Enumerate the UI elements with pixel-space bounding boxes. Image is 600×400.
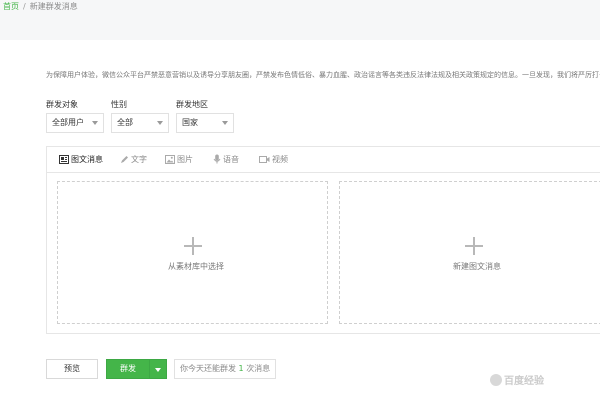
watermark-logo-icon xyxy=(490,374,502,386)
message-type-tabs: 图文消息 文字 图片 语音 视频 xyxy=(47,147,600,173)
breadcrumb: 首页 / 新建群发消息 xyxy=(3,1,78,13)
tab-video[interactable]: 视频 xyxy=(259,154,288,166)
breadcrumb-separator: / xyxy=(23,2,26,11)
quota-suffix: 次消息 xyxy=(246,364,271,373)
image-icon xyxy=(165,155,175,164)
region-select-value: 国家 xyxy=(182,118,198,127)
article-icon xyxy=(59,155,69,164)
breadcrumb-current: 新建群发消息 xyxy=(29,2,78,11)
gender-select[interactable]: 全部 xyxy=(111,113,169,133)
new-article-label: 新建图文消息 xyxy=(453,262,501,271)
notice-text: 为保障用户体验，微信公众平台严禁恶意营销以及诱导分享朋友圈，严禁发布色情低俗、暴… xyxy=(46,71,600,79)
tab-article[interactable]: 图文消息 xyxy=(59,154,103,166)
chevron-down-icon xyxy=(155,368,161,372)
chevron-down-icon xyxy=(157,121,163,125)
quota-prefix: 你今天还能群发 xyxy=(180,364,236,373)
tab-video-label: 视频 xyxy=(272,155,288,164)
message-editor: 图文消息 文字 图片 语音 视频 从素材库中选择 新建图文消息 xyxy=(46,146,600,334)
tab-article-label: 图文消息 xyxy=(71,155,103,164)
microphone-icon xyxy=(213,154,221,164)
chevron-down-icon xyxy=(92,121,98,125)
select-from-library-card[interactable]: 从素材库中选择 xyxy=(57,181,328,324)
tab-voice[interactable]: 语音 xyxy=(213,154,239,166)
send-button[interactable]: 群发 xyxy=(106,359,150,379)
quota-count: 1 xyxy=(238,364,244,373)
plus-icon xyxy=(465,237,483,255)
tab-image-label: 图片 xyxy=(177,155,193,164)
breadcrumb-home-link[interactable]: 首页 xyxy=(3,2,19,11)
gender-label: 性别 xyxy=(111,100,127,109)
preview-button[interactable]: 预览 xyxy=(46,359,98,379)
video-icon xyxy=(259,156,270,163)
region-label: 群发地区 xyxy=(176,100,208,109)
new-article-card[interactable]: 新建图文消息 xyxy=(339,181,600,324)
target-select[interactable]: 全部用户 xyxy=(46,113,104,133)
watermark-text: 百度经验 xyxy=(504,376,544,387)
send-options-button[interactable] xyxy=(149,359,167,379)
top-bar: 首页 / 新建群发消息 xyxy=(0,0,600,40)
plus-icon xyxy=(184,237,202,255)
tab-text[interactable]: 文字 xyxy=(120,154,147,166)
tab-image[interactable]: 图片 xyxy=(165,154,193,166)
watermark: 百度经验 xyxy=(490,372,544,387)
send-quota-info: 你今天还能群发 1 次消息 xyxy=(174,359,277,379)
region-select[interactable]: 国家 xyxy=(176,113,234,133)
target-select-value: 全部用户 xyxy=(52,118,84,127)
tab-voice-label: 语音 xyxy=(223,155,239,164)
chevron-down-icon xyxy=(222,121,228,125)
select-from-library-label: 从素材库中选择 xyxy=(168,262,224,271)
gender-select-value: 全部 xyxy=(117,118,133,127)
pen-icon xyxy=(121,156,128,163)
tab-text-label: 文字 xyxy=(131,155,147,164)
target-label: 群发对象 xyxy=(46,100,78,109)
